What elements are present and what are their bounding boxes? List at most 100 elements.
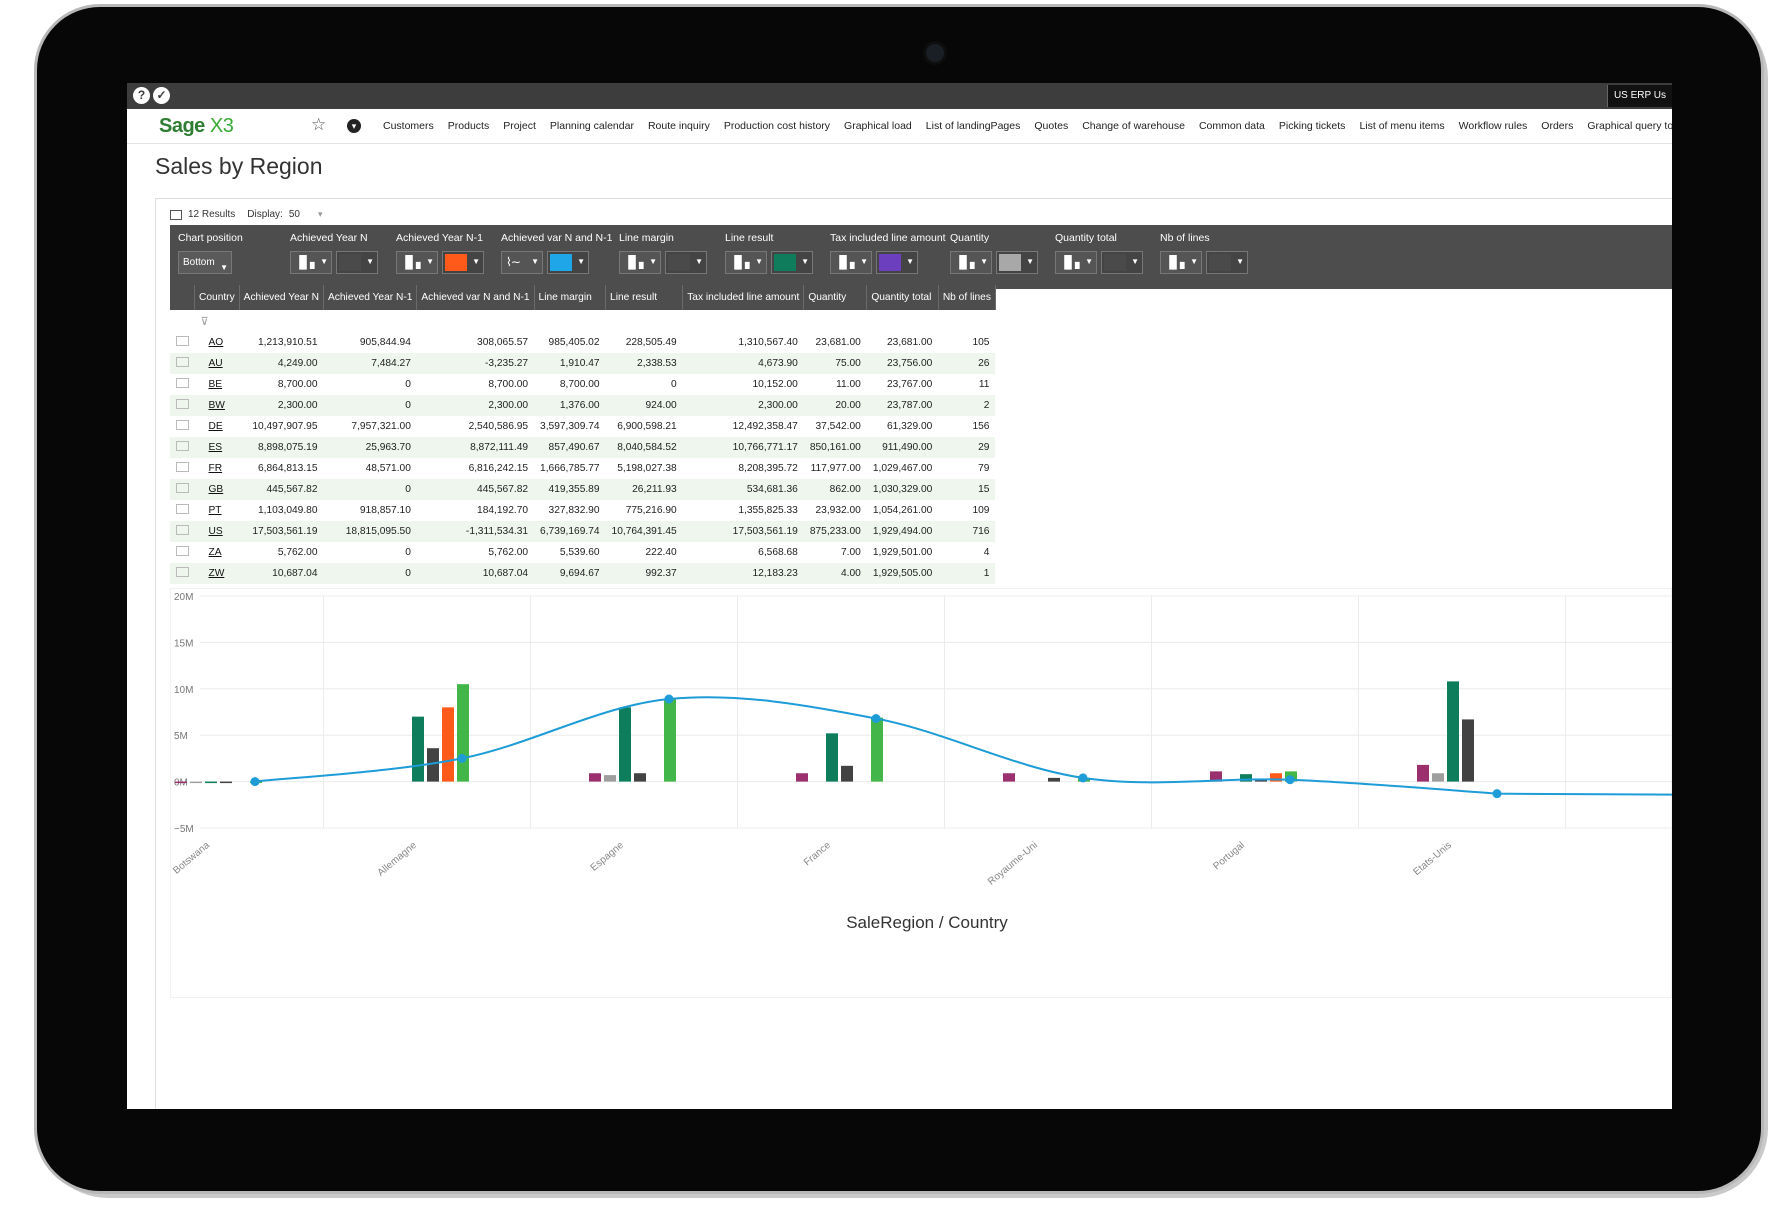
table-row[interactable]: DE 10,497,907.95 7,957,321.00 2,540,586.95 3… — [170, 416, 996, 437]
column-header-nb-of-lines[interactable]: Nb of lines — [938, 285, 996, 310]
row-select-cell[interactable] — [170, 353, 195, 374]
country-link[interactable]: ES — [209, 442, 223, 453]
row-select-cell[interactable] — [170, 479, 195, 500]
grid-view-icon[interactable] — [170, 209, 182, 220]
chart-type-select[interactable]: ▐▌▖ ▼ — [1055, 251, 1097, 274]
row-select-cell[interactable] — [170, 458, 195, 479]
menu-item-quotes[interactable]: Quotes — [1034, 120, 1068, 132]
row-select-cell[interactable] — [170, 542, 195, 563]
column-header-achieved-year-n-1[interactable]: Achieved Year N-1 — [323, 285, 418, 310]
user-menu[interactable]: US ERP Us — [1606, 85, 1672, 107]
country-cell[interactable]: ZA — [194, 542, 240, 563]
column-header-quantity-total[interactable]: Quantity total — [866, 285, 939, 310]
table-row[interactable]: ZW 10,687.04 0 10,687.04 9,694.67 992.37 12,18… — [170, 563, 996, 584]
row-detail-icon[interactable] — [175, 399, 189, 409]
help-icon[interactable]: ? — [133, 87, 150, 104]
country-cell[interactable]: ZW — [194, 563, 240, 584]
menu-item-products[interactable]: Products — [448, 120, 489, 132]
row-detail-icon[interactable] — [175, 567, 189, 577]
country-link[interactable]: PT — [209, 505, 222, 516]
menu-item-workflow-rules[interactable]: Workflow rules — [1459, 120, 1528, 132]
row-detail-icon[interactable] — [175, 462, 189, 472]
country-link[interactable]: GB — [209, 484, 224, 495]
country-link[interactable]: BW — [209, 400, 225, 411]
table-row[interactable]: BW 2,300.00 0 2,300.00 1,376.00 924.00 2,300.0… — [170, 395, 996, 416]
chart-position-select[interactable]: Bottom ▼ — [178, 251, 232, 274]
table-row[interactable]: FR 6,864,813.15 48,571.00 6,816,242.15 1,666… — [170, 458, 996, 479]
table-row[interactable]: US 17,503,561.19 18,815,095.50 -1,311,534.3… — [170, 521, 996, 542]
row-detail-icon[interactable] — [175, 336, 189, 346]
menu-item-list-of-landingpages[interactable]: List of landingPages — [926, 120, 1021, 132]
row-detail-icon[interactable] — [175, 357, 189, 367]
row-detail-icon[interactable] — [175, 483, 189, 493]
column-header-line-result[interactable]: Line result — [605, 285, 684, 310]
table-row[interactable]: AO 1,213,910.51 905,844.94 308,065.57 985,40… — [170, 332, 996, 353]
row-select-cell[interactable] — [170, 563, 195, 584]
chart-type-select[interactable]: ▐▌▖ ▼ — [950, 251, 992, 274]
column-header-tax-included-line-amount[interactable]: Tax included line amount — [682, 285, 805, 310]
country-cell[interactable]: BE — [194, 374, 240, 395]
color-picker[interactable]: ▼ — [771, 251, 813, 274]
country-cell[interactable]: DE — [194, 416, 240, 437]
country-cell[interactable]: AO — [194, 332, 240, 353]
table-row[interactable]: GB 445,567.82 0 445,567.82 419,355.89 26,211.… — [170, 479, 996, 500]
country-link[interactable]: AU — [209, 358, 223, 369]
sage-x3-logo[interactable]: Sage X3 — [159, 115, 234, 138]
row-select-cell[interactable] — [170, 395, 195, 416]
menu-item-list-of-menu-items[interactable]: List of menu items — [1359, 120, 1444, 132]
chart-type-select[interactable]: ▐▌▖ ▼ — [290, 251, 332, 274]
country-cell[interactable]: FR — [194, 458, 240, 479]
color-picker[interactable]: ▼ — [996, 251, 1038, 274]
country-cell[interactable]: PT — [194, 500, 240, 521]
table-row[interactable]: ES 8,898,075.19 25,963.70 8,872,111.49 857,4… — [170, 437, 996, 458]
row-detail-icon[interactable] — [175, 420, 189, 430]
menu-item-customers[interactable]: Customers — [383, 120, 434, 132]
menu-item-picking-tickets[interactable]: Picking tickets — [1279, 120, 1346, 132]
row-select-cell[interactable] — [170, 500, 195, 521]
menu-item-route-inquiry[interactable]: Route inquiry — [648, 120, 710, 132]
country-cell[interactable]: ES — [194, 437, 240, 458]
menu-item-change-of-warehouse[interactable]: Change of warehouse — [1082, 120, 1185, 132]
row-select-cell[interactable] — [170, 437, 195, 458]
country-link[interactable]: US — [209, 526, 223, 537]
row-select-cell[interactable] — [170, 416, 195, 437]
country-cell[interactable]: GB — [194, 479, 240, 500]
column-header-achieved-year-n[interactable]: Achieved Year N — [239, 285, 325, 310]
menu-item-graphical-query-tool[interactable]: Graphical query tool — [1587, 120, 1672, 132]
color-picker[interactable]: ▼ — [1206, 251, 1248, 274]
chart-type-select[interactable]: ▐▌▖ ▼ — [619, 251, 661, 274]
country-cell[interactable]: AU — [194, 353, 240, 374]
country-cell[interactable]: BW — [194, 395, 240, 416]
column-header-country[interactable]: Country — [194, 285, 240, 310]
star-icon[interactable]: ☆ — [311, 115, 326, 135]
filter-icon[interactable]: ⊽ — [201, 315, 209, 328]
row-select-cell[interactable] — [170, 332, 195, 353]
chart-type-select[interactable]: ▐▌▖ ▼ — [830, 251, 872, 274]
color-picker[interactable]: ▼ — [665, 251, 707, 274]
menu-item-common-data[interactable]: Common data — [1199, 120, 1265, 132]
color-picker[interactable]: ▼ — [547, 251, 589, 274]
country-link[interactable]: DE — [209, 421, 223, 432]
color-picker[interactable]: ▼ — [336, 251, 378, 274]
country-link[interactable]: FR — [209, 463, 223, 474]
color-picker[interactable]: ▼ — [442, 251, 484, 274]
table-row[interactable]: PT 1,103,049.80 918,857.10 184,192.70 327,83… — [170, 500, 996, 521]
chart-type-select[interactable]: ▐▌▖ ▼ — [396, 251, 438, 274]
color-picker[interactable]: ▼ — [1101, 251, 1143, 274]
row-detail-icon[interactable] — [175, 504, 189, 514]
table-row[interactable]: AU 4,249.00 7,484.27 -3,235.27 1,910.47 2,338… — [170, 353, 996, 374]
row-detail-icon[interactable] — [175, 525, 189, 535]
country-link[interactable]: BE — [209, 379, 223, 390]
country-cell[interactable]: US — [194, 521, 240, 542]
tools-icon[interactable]: ✓ — [153, 87, 170, 104]
menu-item-orders[interactable]: Orders — [1541, 120, 1573, 132]
menu-item-production-cost-history[interactable]: Production cost history — [724, 120, 830, 132]
row-select-cell[interactable] — [170, 521, 195, 542]
column-header-achieved-var-n-and-n-1[interactable]: Achieved var N and N-1 — [416, 285, 535, 310]
table-row[interactable]: BE 8,700.00 0 8,700.00 8,700.00 0 10,152.00 11.… — [170, 374, 996, 395]
country-link[interactable]: AO — [209, 337, 224, 348]
row-detail-icon[interactable] — [175, 546, 189, 556]
chevron-down-icon[interactable]: ▾ — [347, 119, 361, 133]
column-header-line-margin[interactable]: Line margin — [534, 285, 607, 310]
display-value[interactable]: 50 — [289, 209, 300, 220]
